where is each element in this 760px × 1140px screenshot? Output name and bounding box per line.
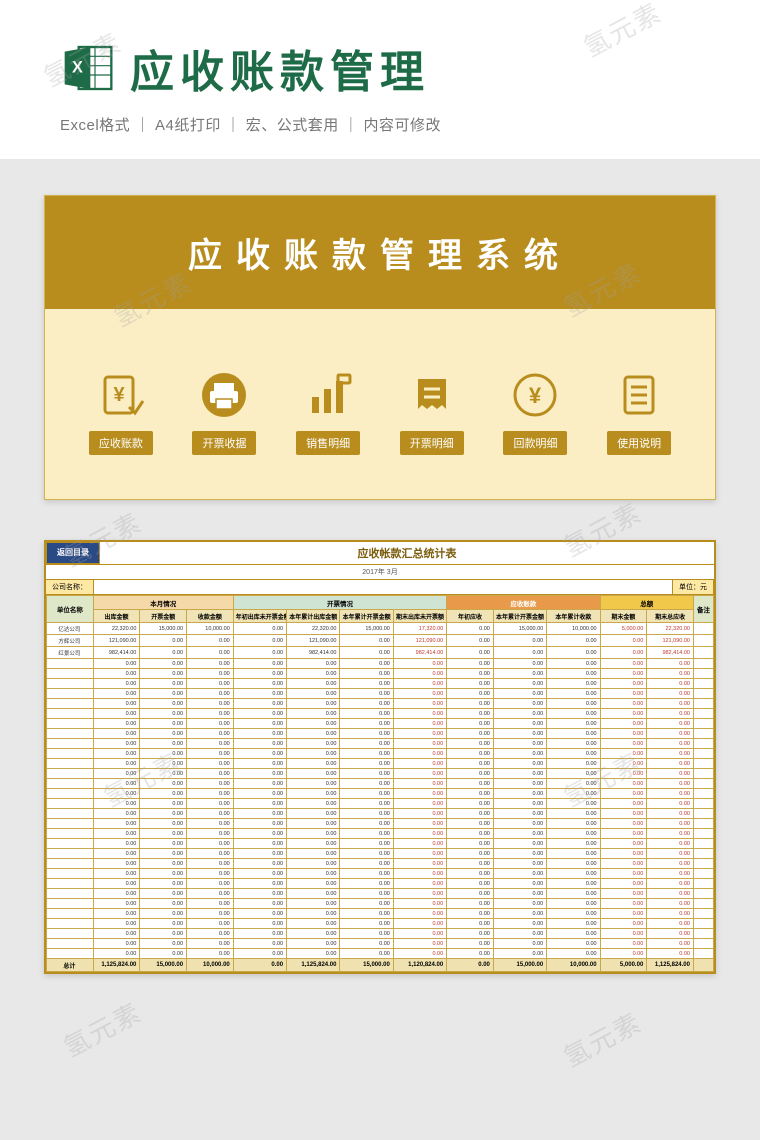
watermark: 氢元素 — [56, 992, 148, 1064]
nav-sales-detail[interactable]: 销售明细 — [296, 369, 360, 455]
yen-document-icon: ¥ — [95, 369, 147, 421]
svg-text:¥: ¥ — [113, 384, 125, 406]
table-row: 0.000.000.000.000.000.000.000.000.000.00… — [47, 869, 714, 879]
table-row: 红景公司982,414.000.000.000.00982,414.000.00… — [47, 647, 714, 659]
nav-label: 开票收据 — [192, 431, 256, 455]
table-row: 0.000.000.000.000.000.000.000.000.000.00… — [47, 829, 714, 839]
table-row: 0.000.000.000.000.000.000.000.000.000.00… — [47, 799, 714, 809]
grp-recv: 应收账款 — [447, 596, 600, 610]
table-row: 0.000.000.000.000.000.000.000.000.000.00… — [47, 719, 714, 729]
nav-receivable[interactable]: ¥ 应收账款 — [89, 369, 153, 455]
yen-coin-icon: ¥ — [509, 369, 561, 421]
sub-r2: 本年累计开票金额 — [493, 610, 546, 623]
table-row: 0.000.000.000.000.000.000.000.000.000.00… — [47, 909, 714, 919]
nav-label: 开票明细 — [400, 431, 464, 455]
sheet-date: 2017年 3月 — [46, 564, 714, 580]
table-row: 0.000.000.000.000.000.000.000.000.000.00… — [47, 819, 714, 829]
table-row: 0.000.000.000.000.000.000.000.000.000.00… — [47, 779, 714, 789]
table-row: 0.000.000.000.000.000.000.000.000.000.00… — [47, 859, 714, 869]
col-notes: 备注 — [693, 596, 713, 623]
table-row: 0.000.000.000.000.000.000.000.000.000.00… — [47, 899, 714, 909]
nav-label: 应收账款 — [89, 431, 153, 455]
grp-month: 本月情况 — [93, 596, 233, 610]
sub-r1: 年初应收 — [447, 610, 494, 623]
nav-label: 回款明细 — [503, 431, 567, 455]
table-row: 0.000.000.000.000.000.000.000.000.000.00… — [47, 929, 714, 939]
bar-chart-icon — [302, 369, 354, 421]
nav-invoice-detail[interactable]: 开票明细 — [400, 369, 464, 455]
table-row: 0.000.000.000.000.000.000.000.000.000.00… — [47, 749, 714, 759]
data-table: 单位名称 本月情况 开票情况 应收账款 总额 备注 出库金额 开票金额 收款金额… — [46, 595, 714, 972]
table-row: 0.000.000.000.000.000.000.000.000.000.00… — [47, 889, 714, 899]
table-row: 0.000.000.000.000.000.000.000.000.000.00… — [47, 949, 714, 959]
sub-i1: 年初出库未开票金额 — [233, 610, 286, 623]
nav-label: 销售明细 — [296, 431, 360, 455]
grp-invoice: 开票情况 — [233, 596, 446, 610]
table-row: 0.000.000.000.000.000.000.000.000.000.00… — [47, 759, 714, 769]
table-row: 0.000.000.000.000.000.000.000.000.000.00… — [47, 839, 714, 849]
sub-m3: 收款金额 — [187, 610, 234, 623]
sub-t1: 期末金额 — [600, 610, 647, 623]
spreadsheet-preview: 返回目录 应收帐款汇总统计表 2017年 3月 公司名称： 单位：元 单位名称 … — [44, 540, 716, 974]
table-row: 0.000.000.000.000.000.000.000.000.000.00… — [47, 709, 714, 719]
table-row: 0.000.000.000.000.000.000.000.000.000.00… — [47, 879, 714, 889]
nav-print-receipt[interactable]: 开票收据 — [192, 369, 256, 455]
nav-payment-detail[interactable]: ¥ 回款明细 — [503, 369, 567, 455]
back-to-index-button[interactable]: 返回目录 — [46, 542, 100, 564]
sub-t2: 期末总应收 — [647, 610, 694, 623]
printer-icon — [198, 369, 250, 421]
sub-m1: 出库金额 — [93, 610, 140, 623]
sub-info: Excel格式 ｜ A4纸打印 ｜ 宏、公式套用 ｜ 内容可修改 — [60, 114, 760, 135]
table-row: 0.000.000.000.000.000.000.000.000.000.00… — [47, 659, 714, 669]
table-row: 0.000.000.000.000.000.000.000.000.000.00… — [47, 729, 714, 739]
table-row: 0.000.000.000.000.000.000.000.000.000.00… — [47, 789, 714, 799]
table-row: 0.000.000.000.000.000.000.000.000.000.00… — [47, 919, 714, 929]
receipt-icon — [406, 369, 458, 421]
sub-r3: 本年累计收款 — [547, 610, 600, 623]
page-title: 应收账款管理 — [130, 36, 430, 100]
watermark: 氢元素 — [556, 1002, 648, 1074]
header: X 应收账款管理 Excel格式 ｜ A4纸打印 ｜ 宏、公式套用 ｜ 内容可修… — [0, 0, 760, 159]
dashboard-nav: ¥ 应收账款 开票收据 — [45, 309, 715, 499]
grp-total: 总额 — [600, 596, 693, 610]
table-row: 0.000.000.000.000.000.000.000.000.000.00… — [47, 849, 714, 859]
table-row: 0.000.000.000.000.000.000.000.000.000.00… — [47, 699, 714, 709]
company-label: 公司名称： — [46, 580, 94, 594]
dashboard-banner: 应收账款管理系统 — [45, 196, 715, 309]
table-body: 亿达公司22,320.0015,000.0010,000.000.0022,32… — [47, 623, 714, 959]
table-row: 0.000.000.000.000.000.000.000.000.000.00… — [47, 689, 714, 699]
svg-text:X: X — [72, 59, 83, 77]
table-row: 0.000.000.000.000.000.000.000.000.000.00… — [47, 769, 714, 779]
svg-text:¥: ¥ — [529, 383, 542, 408]
sub-i4: 期末出库未开票额 — [393, 610, 446, 623]
unit-label: 单位：元 — [672, 580, 714, 594]
dashboard-card: 应收账款管理系统 ¥ 应收账款 开票收据 — [44, 195, 716, 500]
table-row: 方辉公司121,090.000.000.000.00121,090.000.00… — [47, 635, 714, 647]
table-row: 0.000.000.000.000.000.000.000.000.000.00… — [47, 739, 714, 749]
sub-i3: 本年累计开票金额 — [340, 610, 393, 623]
excel-icon: X — [60, 40, 116, 96]
document-lines-icon — [613, 369, 665, 421]
nav-label: 使用说明 — [607, 431, 671, 455]
table-row: 0.000.000.000.000.000.000.000.000.000.00… — [47, 679, 714, 689]
table-row: 0.000.000.000.000.000.000.000.000.000.00… — [47, 939, 714, 949]
sub-m2: 开票金额 — [140, 610, 187, 623]
sheet-title: 应收帐款汇总统计表 — [100, 542, 714, 564]
sub-i2: 本年累计出库金额 — [287, 610, 340, 623]
table-row: 0.000.000.000.000.000.000.000.000.000.00… — [47, 809, 714, 819]
table-row: 亿达公司22,320.0015,000.0010,000.000.0022,32… — [47, 623, 714, 635]
table-row: 0.000.000.000.000.000.000.000.000.000.00… — [47, 669, 714, 679]
totals-row: 总计1,125,824.0015,000.0010,000.000.001,12… — [47, 959, 714, 972]
col-unit: 单位名称 — [47, 596, 94, 623]
nav-instructions[interactable]: 使用说明 — [607, 369, 671, 455]
